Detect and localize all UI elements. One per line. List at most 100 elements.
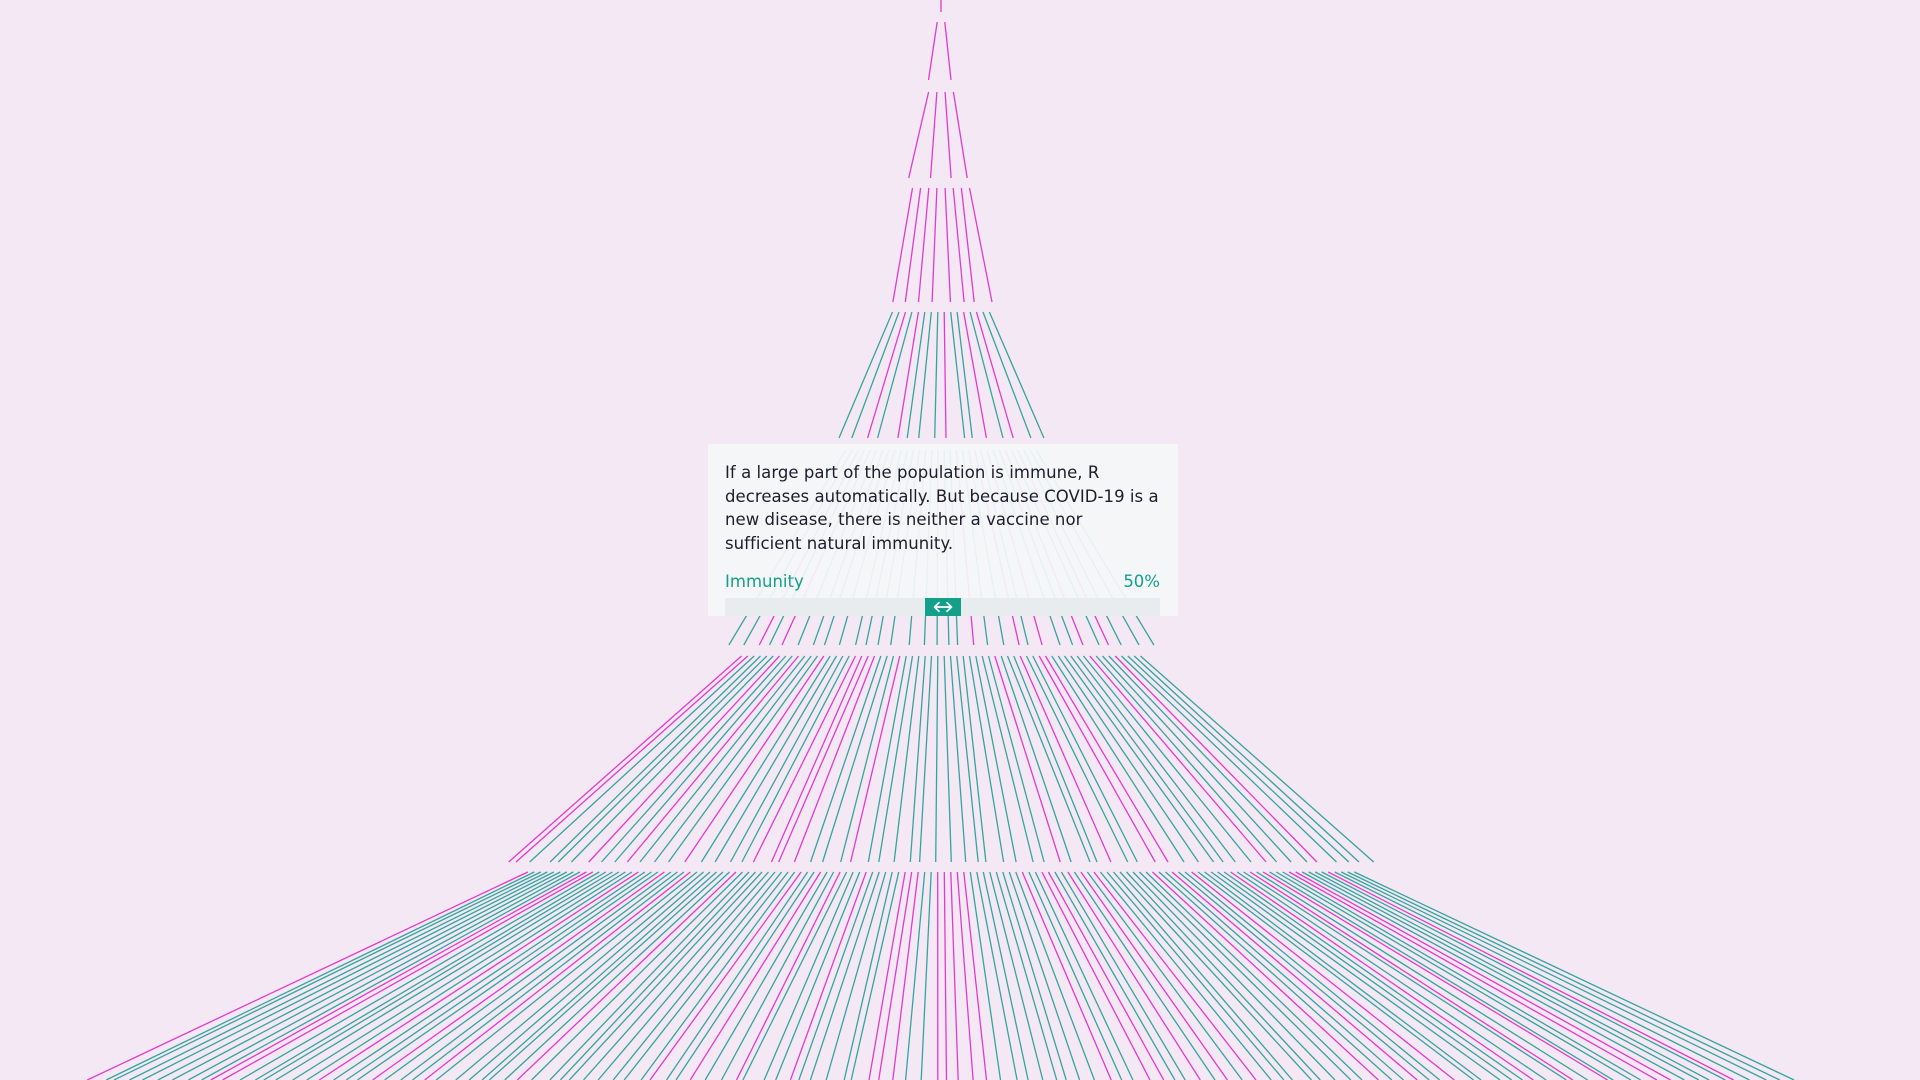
infection-line (1086, 871, 1243, 1080)
infection-line (893, 655, 920, 863)
infection-line (1015, 871, 1096, 1080)
infection-line (909, 655, 926, 863)
infection-line (956, 311, 973, 439)
infection-line (1047, 871, 1165, 1080)
infection-line (918, 655, 933, 863)
infection-line (1171, 871, 1418, 1080)
infection-line (943, 655, 952, 863)
infection-line (640, 871, 796, 1080)
infection-line (1256, 871, 1589, 1080)
infection-line (943, 871, 948, 1080)
infection-line (1095, 655, 1278, 863)
infection-line (752, 655, 857, 863)
infection-line (597, 871, 776, 1080)
infection-line (531, 871, 743, 1080)
infection-line (210, 871, 587, 1080)
infection-line (508, 655, 742, 863)
infection-line (950, 871, 959, 1080)
infection-line (1327, 871, 1734, 1080)
infection-line (1114, 655, 1318, 863)
infection-line (129, 871, 548, 1080)
infection-line (904, 871, 926, 1080)
infection-line (729, 655, 844, 863)
infection-line (944, 21, 952, 81)
infection-line (929, 91, 938, 179)
infection-line (793, 655, 876, 863)
infection-line (897, 311, 920, 439)
infection-line (809, 655, 882, 863)
infection-line (1295, 871, 1671, 1080)
infection-line (904, 187, 922, 303)
infection-line (1217, 871, 1513, 1080)
infection-line (952, 91, 968, 179)
infection-line (917, 187, 930, 303)
infection-line (949, 655, 967, 863)
infection-line (876, 311, 913, 439)
infection-line (1060, 871, 1186, 1080)
infection-line (1051, 655, 1185, 863)
infection-line (384, 871, 672, 1080)
infection-line (920, 871, 932, 1080)
infection-line (918, 311, 932, 439)
infection-line (292, 871, 626, 1080)
slider-header: Immunity 50% (725, 572, 1160, 592)
infection-line (906, 311, 926, 439)
info-panel: If a large part of the population is imm… (708, 444, 1178, 616)
infection-tree-view: If a large part of the population is imm… (0, 0, 1920, 1080)
infection-line (809, 871, 880, 1080)
infection-line (424, 871, 691, 1080)
infection-line (851, 311, 900, 439)
infection-line (549, 655, 761, 863)
infection-line (1334, 871, 1750, 1080)
infection-line (742, 871, 848, 1080)
info-text: If a large part of the population is imm… (725, 463, 1159, 553)
infection-line (975, 311, 1014, 439)
infection-line (944, 91, 952, 179)
infection-line (950, 311, 966, 439)
infection-line (1140, 655, 1375, 863)
infection-line (1262, 871, 1608, 1080)
infection-line (927, 21, 938, 81)
infection-line (1028, 871, 1123, 1080)
infection-line (878, 655, 914, 863)
infection-line (222, 871, 594, 1080)
infection-line (689, 871, 822, 1080)
infection-line (1054, 871, 1176, 1080)
infection-line (994, 655, 1061, 863)
infection-line (878, 871, 913, 1080)
immunity-label: Immunity (725, 572, 804, 591)
infection-line (934, 311, 939, 439)
immunity-slider-thumb[interactable] (925, 598, 961, 616)
infection-line (892, 187, 914, 303)
infection-line (931, 187, 938, 303)
infection-line (372, 871, 665, 1080)
infection-line (944, 187, 952, 303)
infection-line (943, 311, 947, 439)
infection-line (583, 871, 769, 1080)
left-right-arrow-icon (933, 601, 953, 613)
immunity-value: 50% (1123, 572, 1160, 591)
infection-line (557, 655, 768, 863)
infection-line (1269, 871, 1614, 1080)
infection-line (866, 311, 907, 439)
infection-line (849, 655, 901, 863)
infection-line (1301, 871, 1685, 1080)
infection-line (908, 91, 930, 179)
immunity-slider-track[interactable] (725, 598, 1160, 616)
infection-line (588, 655, 780, 863)
infection-line (1044, 655, 1169, 863)
infection-line (412, 871, 685, 1080)
infection-line (1080, 871, 1228, 1080)
infection-line (892, 871, 919, 1080)
infection-line (982, 311, 1032, 439)
infection-line (935, 655, 939, 863)
infection-line (1121, 655, 1337, 863)
infection-line (516, 871, 737, 1080)
infection-line (639, 655, 806, 863)
infection-line (1076, 655, 1236, 863)
infection-line (981, 655, 1034, 863)
infection-line (1354, 871, 1795, 1080)
infection-line (201, 871, 581, 1080)
infection-line (1021, 871, 1112, 1080)
infection-line (1008, 871, 1081, 1080)
